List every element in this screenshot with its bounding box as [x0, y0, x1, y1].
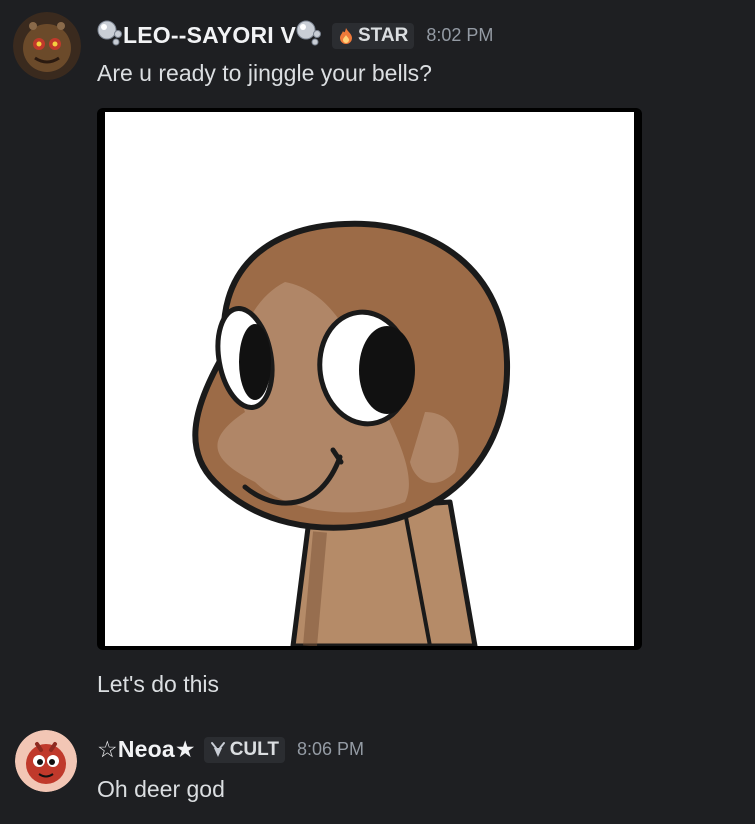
cartoon-character-image	[105, 112, 634, 649]
message-text: Let's do this	[97, 671, 220, 697]
message-header: ☆Neoa★ CULT 8:06 PM	[97, 736, 364, 763]
timestamp: 8:06 PM	[296, 739, 364, 759]
role-tag-label: STAR	[358, 24, 409, 46]
message-text: Are u ready to jinggle your bells?	[97, 60, 432, 86]
timestamp: 8:02 PM	[426, 25, 494, 45]
role-tag-label: CULT	[229, 738, 279, 760]
avatar[interactable]	[13, 12, 81, 80]
username[interactable]: ☆Neoa★	[97, 736, 196, 763]
bubble-icon	[296, 20, 322, 51]
goat-icon	[210, 741, 225, 757]
username[interactable]: LEO--SAYORI V	[123, 22, 296, 49]
avatar[interactable]	[15, 730, 77, 792]
message-text: Oh deer god	[97, 776, 225, 802]
role-tag[interactable]: STAR	[332, 22, 415, 49]
image-attachment[interactable]	[97, 108, 642, 650]
role-tag[interactable]: CULT	[203, 736, 285, 763]
bubble-icon	[97, 20, 123, 51]
message-header: LEO--SAYORI V STAR 8:02 PM	[97, 20, 493, 51]
fire-icon	[340, 27, 352, 44]
